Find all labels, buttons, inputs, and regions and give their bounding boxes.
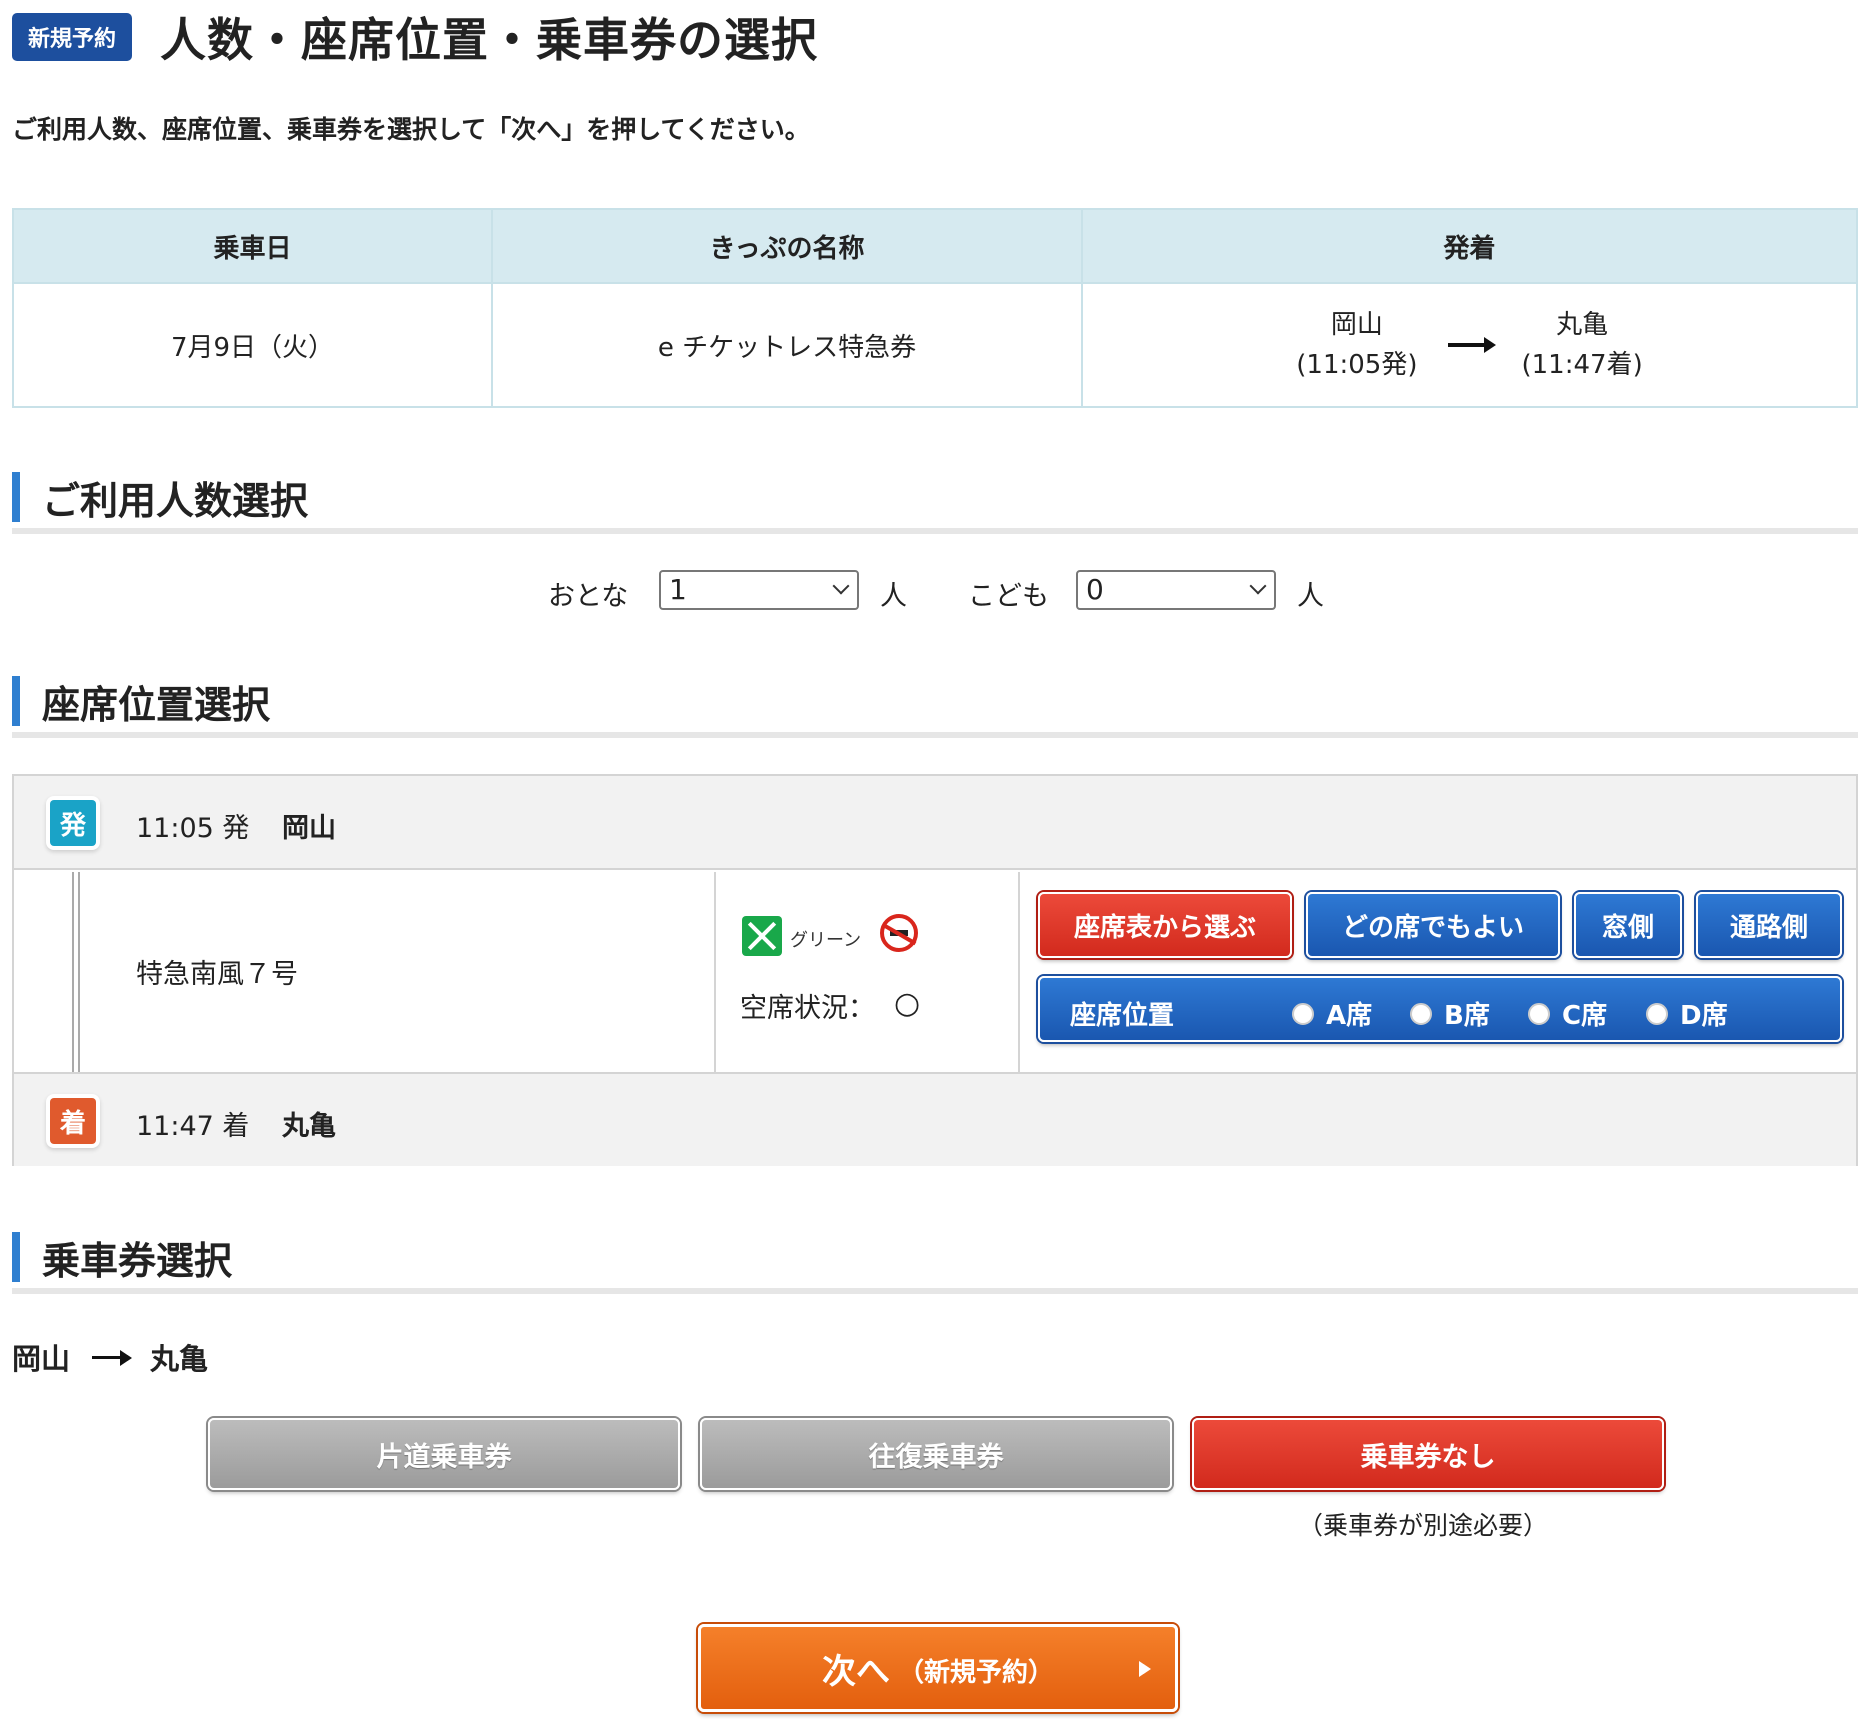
departure-time: 11:05 発	[136, 813, 250, 844]
trip-summary-table: 乗車日 きっぷの名称 発着 7月9日（火） e チケットレス特急券 岡山 (11…	[12, 208, 1858, 408]
any-seat-button[interactable]: どの席でもよい	[1306, 892, 1560, 958]
one-way-ticket-button[interactable]: 片道乗車券	[208, 1418, 680, 1490]
page-header: 新規予約 人数・座席位置・乗車券の選択	[12, 8, 818, 67]
heading-text: 乗車券選択	[42, 1239, 233, 1283]
page-title: 人数・座席位置・乗車券の選択	[160, 13, 819, 67]
caret-right-icon	[1139, 1661, 1151, 1677]
seat-c-radio[interactable]: C席	[1528, 995, 1607, 1032]
chevron-down-icon	[1249, 577, 1267, 595]
child-count-value: 0	[1086, 573, 1104, 606]
arrival-row: 着 11:47 着 丸亀	[14, 1072, 1856, 1166]
header-date: 乗車日	[12, 208, 493, 284]
departure-badge: 発	[50, 800, 96, 846]
divider	[714, 872, 716, 1072]
instruction-text: ご利用人数、座席位置、乗車券を選択して「次へ」を押してください。	[12, 115, 810, 144]
vacancy-label: 空席状況：	[740, 993, 875, 1024]
header-ticket-name: きっぷの名称	[491, 208, 1083, 284]
child-unit: 人	[1297, 581, 1324, 612]
adult-unit: 人	[880, 581, 907, 612]
ticket-note: （乗車券が別途必要）	[1298, 1511, 1549, 1540]
choose-from-seat-map-button[interactable]: 座席表から選ぶ	[1038, 892, 1292, 958]
adult-label: おとな	[548, 581, 629, 612]
ride-date: 7月9日（火）	[12, 282, 493, 408]
seat-b-label: B席	[1444, 1001, 1490, 1031]
ticket-name: e チケットレス特急券	[491, 282, 1083, 408]
radio-icon	[1646, 1002, 1668, 1025]
ticket-destination: 丸亀	[150, 1342, 209, 1376]
no-ticket-button[interactable]: 乗車券なし	[1192, 1418, 1664, 1490]
round-trip-ticket-button[interactable]: 往復乗車券	[700, 1418, 1172, 1490]
seat-c-label: C席	[1562, 1001, 1608, 1031]
arrow-right-icon	[1447, 337, 1496, 353]
heading-text: 座席位置選択	[42, 683, 271, 727]
green-car-label: グリーン	[790, 930, 862, 951]
arrival-time: 11:47 着	[136, 1111, 250, 1142]
ticket-origin: 岡山	[12, 1342, 71, 1376]
next-label: 次へ	[821, 1651, 890, 1692]
adult-count-value: 1	[669, 573, 687, 606]
seat-d-radio[interactable]: D席	[1646, 995, 1728, 1032]
vacancy-status: ○	[894, 986, 921, 1021]
window-seat-button[interactable]: 窓側	[1574, 892, 1682, 958]
seat-selection-panel: 発 11:05 発 岡山 特急南風７号 グリーン 空席状況： ○ 座席表から選ぶ…	[12, 774, 1858, 1166]
origin: 岡山 (11:05発)	[1296, 305, 1417, 385]
seat-position-selector: 座席位置 A席 B席 C席 D席	[1038, 976, 1842, 1042]
passenger-row: おとな 1 人 こども 0 人	[12, 566, 1858, 614]
no-smoking-icon	[880, 914, 918, 952]
child-count-select[interactable]: 0	[1076, 570, 1276, 610]
train-row: 特急南風７号 グリーン 空席状況： ○ 座席表から選ぶ どの席でもよい 窓側 通…	[14, 872, 1856, 1072]
seat-section-heading: 座席位置選択	[12, 668, 1858, 738]
arrival-badge: 着	[50, 1098, 96, 1144]
heading-text: ご利用人数選択	[42, 479, 309, 523]
ticket-route: 岡山 丸亀	[12, 1336, 208, 1378]
green-car-icon	[742, 916, 782, 956]
radio-icon	[1528, 1002, 1550, 1025]
heading-bar	[12, 1232, 20, 1282]
radio-icon	[1410, 1002, 1432, 1025]
seat-position-label: 座席位置	[1070, 1001, 1175, 1031]
seat-b-radio[interactable]: B席	[1410, 995, 1490, 1032]
next-sublabel: （新規予約）	[897, 1657, 1054, 1688]
header-route: 発着	[1081, 208, 1858, 284]
arrival-station: 丸亀	[282, 1111, 336, 1142]
destination-station: 丸亀	[1556, 310, 1609, 340]
seat-d-label: D席	[1680, 1001, 1728, 1031]
route-cell: 岡山 (11:05発) 丸亀 (11:47着)	[1081, 282, 1858, 408]
seat-a-radio[interactable]: A席	[1292, 995, 1372, 1032]
passenger-section-heading: ご利用人数選択	[12, 464, 1858, 534]
adult-count-select[interactable]: 1	[659, 570, 859, 610]
next-button[interactable]: 次へ （新規予約）	[698, 1624, 1178, 1712]
departure-row: 発 11:05 発 岡山	[14, 776, 1856, 870]
divider	[1018, 872, 1020, 1072]
ticket-section-heading: 乗車券選択	[12, 1224, 1858, 1294]
chevron-down-icon	[832, 577, 850, 595]
arrow-right-icon	[92, 1349, 133, 1366]
destination-time: (11:47着)	[1521, 350, 1643, 380]
origin-time: (11:05発)	[1296, 350, 1418, 380]
page: 新規予約 人数・座席位置・乗車券の選択 ご利用人数、座席位置、乗車券を選択して「…	[12, 0, 1858, 1720]
heading-bar	[12, 472, 20, 522]
child-label: こども	[968, 581, 1049, 612]
seat-a-label: A席	[1326, 1001, 1373, 1031]
departure-station: 岡山	[282, 813, 336, 844]
train-name: 特急南風７号	[136, 959, 298, 990]
aisle-seat-button[interactable]: 通路側	[1696, 892, 1842, 958]
radio-icon	[1292, 1002, 1314, 1025]
new-reservation-badge: 新規予約	[12, 13, 133, 61]
route-line	[72, 872, 80, 1072]
origin-station: 岡山	[1330, 310, 1383, 340]
heading-bar	[12, 676, 20, 726]
destination: 丸亀 (11:47着)	[1522, 305, 1643, 385]
